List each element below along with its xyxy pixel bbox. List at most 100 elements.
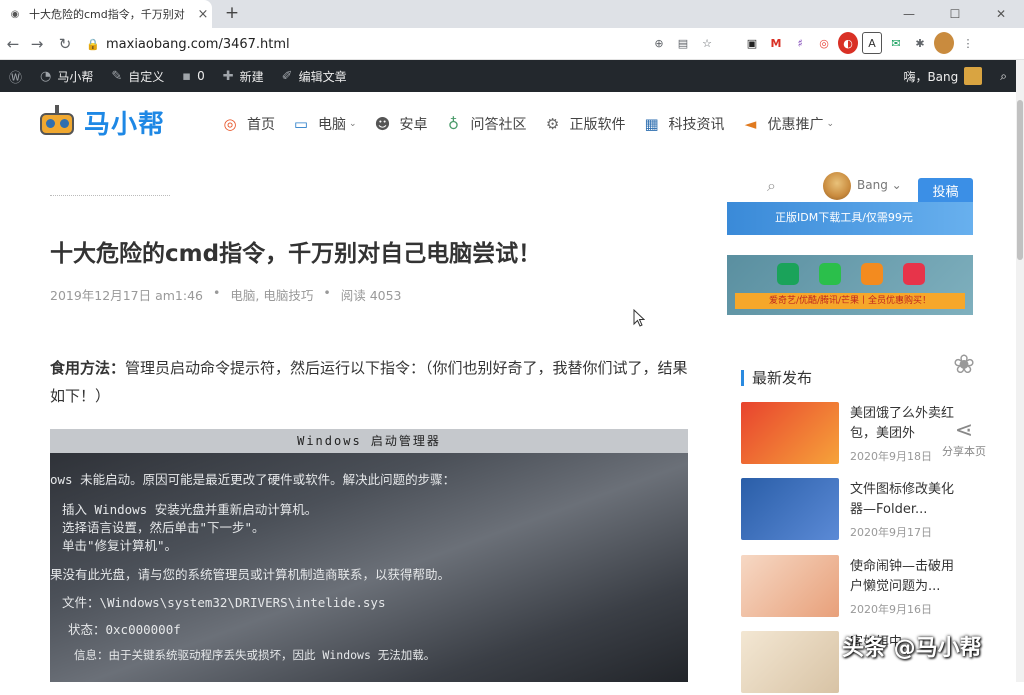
wp-new-link[interactable]: ✚ 新建: [214, 60, 273, 92]
main-content: 十大危险的cmd指令，千万别对自己电脑尝试！ 2019年12月17日 am1:4…: [0, 158, 1016, 693]
zoom-icon[interactable]: ⊕: [650, 32, 668, 54]
tab-title: 十大危险的cmd指令，千万别对: [29, 8, 185, 21]
wp-admin-bar: Ⓦ ◔ 马小帮 ✎ 自定义 ▪ 0 ✚ 新建 ✐ 编辑文章 嗨，Bang ⌕: [0, 60, 1016, 92]
list-item[interactable]: 使命闹钟—击破用户懒觉问题为... 2020年9月16日: [741, 555, 973, 619]
menu-item-software[interactable]: ⚙ 正版软件: [541, 112, 626, 136]
extension-icon[interactable]: ♯: [790, 32, 810, 54]
translate-icon[interactable]: A: [862, 32, 882, 54]
gear-icon: ⚙: [545, 115, 560, 133]
wp-comments-link[interactable]: ▪ 0: [173, 60, 213, 92]
article-views: 阅读 4053: [340, 288, 402, 303]
sidebar: ⌕ Bang ⌄ 投稿 正版IDM下载工具/仅需99元 爱奇艺/优酷/腾讯/芒果…: [727, 158, 973, 693]
wp-search-icon[interactable]: ⌕: [991, 60, 1016, 92]
plus-icon: ✚: [222, 68, 234, 84]
list-item[interactable]: 文件图标修改美化器—Folder... 2020年9月17日: [741, 478, 973, 542]
mail-icon[interactable]: ✉: [886, 32, 906, 54]
robot-icon: ☻: [374, 115, 391, 133]
main-menu: ◎ 首页 ▭ 电脑 ⌄ ☻ 安卓 ♁ 问答社区 ⚙ 正版软件 ▦ 科技资讯 ◄ 优惠推广 ⌄: [218, 112, 848, 136]
article-title: 十大危险的cmd指令，千万别对自己电脑尝试！: [50, 241, 542, 267]
url-text: maxiaobang.com/3467.html: [106, 36, 290, 52]
article-category-link[interactable]: 电脑, 电脑技巧: [230, 285, 313, 304]
new-tab-button[interactable]: +: [222, 3, 242, 23]
iqiyi-icon: [777, 263, 799, 285]
article-paragraph: 食用方法：管理员启动命令提示符，然后运行以下指令：（你们也别好奇了，我替你们试了…: [50, 354, 690, 410]
forward-icon[interactable]: →: [26, 33, 48, 55]
idm-banner[interactable]: 正版IDM下载工具/仅需99元: [727, 202, 973, 235]
avatar[interactable]: [823, 172, 851, 200]
megaphone-icon: ◄: [744, 115, 757, 133]
boot-error-line: 单击"修复计算机"。: [62, 538, 178, 553]
menu-item-computer[interactable]: ▭ 电脑 ⌄: [289, 112, 357, 136]
url-field[interactable]: 🔒 maxiaobang.com/3467.html: [86, 31, 730, 57]
avatar: [964, 67, 983, 85]
wechat-float-button[interactable]: ❀: [938, 350, 990, 380]
browser-tab[interactable]: ◉ 十大危险的cmd指令，千万别对 ×: [0, 0, 212, 28]
share-float-button[interactable]: ⋖ 分享本页: [938, 418, 990, 459]
chevron-down-icon: ⌄: [349, 119, 357, 129]
puzzle-icon[interactable]: ✱: [910, 32, 930, 54]
extension-icon[interactable]: ◐: [838, 32, 858, 54]
wp-logo-icon[interactable]: Ⓦ: [0, 60, 31, 92]
pencil-icon: ✐: [281, 68, 293, 84]
menu-item-android[interactable]: ☻ 安卓: [371, 112, 428, 136]
youku-icon: [819, 263, 841, 285]
menu-item-promo[interactable]: ◄ 优惠推广 ⌄: [739, 112, 835, 136]
scrollbar-thumb[interactable]: [1017, 100, 1023, 260]
article-meta: 2019年12月17日 am1:46 • 电脑, 电脑技巧 • 阅读 4053: [50, 285, 402, 304]
site-logo[interactable]: 马小帮: [34, 104, 165, 141]
wp-site-link[interactable]: ◔ 马小帮: [31, 60, 102, 92]
window-controls: — ☐ ✕: [886, 0, 1024, 28]
target-icon: ◎: [223, 115, 237, 133]
sidebar-user-row: ⌕ Bang ⌄ 投稿: [727, 168, 973, 208]
boot-error-line: 果没有此光盘，请与您的系统管理员或计算机制造商联系，以获得帮助。: [50, 567, 451, 582]
chevron-down-icon: ⌄: [826, 119, 835, 129]
gmail-icon[interactable]: M: [766, 32, 786, 54]
maximize-icon[interactable]: ☐: [932, 0, 978, 28]
vip-banner[interactable]: 爱奇艺/优酷/腾讯/芒果丨全员优惠购买！: [727, 255, 973, 315]
breadcrumb: [50, 190, 170, 196]
page-scrollbar[interactable]: [1016, 60, 1024, 682]
boot-error-line: 状态：0xc000000f: [68, 622, 181, 637]
reload-icon[interactable]: ↻: [54, 33, 76, 55]
article-date: 2019年12月17日 am1:46: [50, 288, 204, 303]
boot-error-line: 插入 Windows 安装光盘并重新启动计算机。: [62, 502, 318, 517]
wp-customize-link[interactable]: ✎ 自定义: [102, 60, 173, 92]
newspaper-icon: ▦: [644, 115, 659, 133]
article-label: 食用方法：: [50, 359, 126, 377]
reader-icon[interactable]: ▤: [674, 32, 692, 54]
robot-logo-icon: [34, 104, 80, 141]
wechat-icon: ❀: [953, 350, 975, 380]
menu-item-news[interactable]: ▦ 科技资讯: [640, 112, 724, 136]
latest-posts-heading: 最新发布: [741, 370, 812, 386]
close-window-icon[interactable]: ✕: [978, 0, 1024, 28]
minimize-icon[interactable]: —: [886, 0, 932, 28]
user-menu[interactable]: Bang ⌄: [857, 178, 902, 192]
extensions-bar: ▣ M ♯ ◎ ◐ A ✉ ✱ ⋮: [742, 32, 978, 54]
mouse-cursor-icon: [633, 309, 645, 327]
tencent-video-icon: [903, 263, 925, 285]
profile-avatar[interactable]: [934, 32, 954, 54]
extension-icon[interactable]: ▣: [742, 32, 762, 54]
bookmark-star-icon[interactable]: ☆: [698, 32, 716, 54]
vip-banner-text: 爱奇艺/优酷/腾讯/芒果丨全员优惠购买！: [735, 293, 965, 309]
chrome-icon[interactable]: ◎: [814, 32, 834, 54]
browser-tab-bar: ◉ 十大危险的cmd指令，千万别对 × + — ☐ ✕: [0, 0, 1024, 28]
back-icon[interactable]: ←: [2, 33, 24, 55]
article-screen-photo: Windows 启动管理器 ows 未能启动。原因可能是最近更改了硬件或软件。解…: [50, 429, 688, 682]
menu-item-home[interactable]: ◎ 首页: [218, 112, 275, 136]
boot-manager-header: Windows 启动管理器: [50, 429, 688, 453]
close-tab-icon[interactable]: ×: [194, 7, 212, 22]
search-icon[interactable]: ⌕: [767, 176, 776, 196]
site-header: 马小帮 ◎ 首页 ▭ 电脑 ⌄ ☻ 安卓 ♁ 问答社区 ⚙ 正版软件 ▦ 科技资讯 ◄ 优惠推广…: [0, 92, 1016, 158]
brush-icon: ✎: [111, 68, 123, 84]
post-thumbnail: [741, 478, 839, 540]
bulb-icon: ♁: [448, 115, 460, 133]
menu-dots-icon[interactable]: ⋮: [958, 32, 978, 54]
post-thumbnail: [741, 402, 839, 464]
watermark: 头条 @马小帮: [842, 636, 982, 661]
lock-icon: 🔒: [86, 37, 100, 51]
menu-item-qa[interactable]: ♁ 问答社区: [442, 112, 527, 136]
wp-account-link[interactable]: 嗨，Bang: [894, 60, 991, 92]
wp-edit-link[interactable]: ✐ 编辑文章: [273, 60, 356, 92]
address-bar-row: ← → ↻ 🔒 maxiaobang.com/3467.html ⊕ ▤ ☆ ▣…: [0, 28, 1024, 60]
